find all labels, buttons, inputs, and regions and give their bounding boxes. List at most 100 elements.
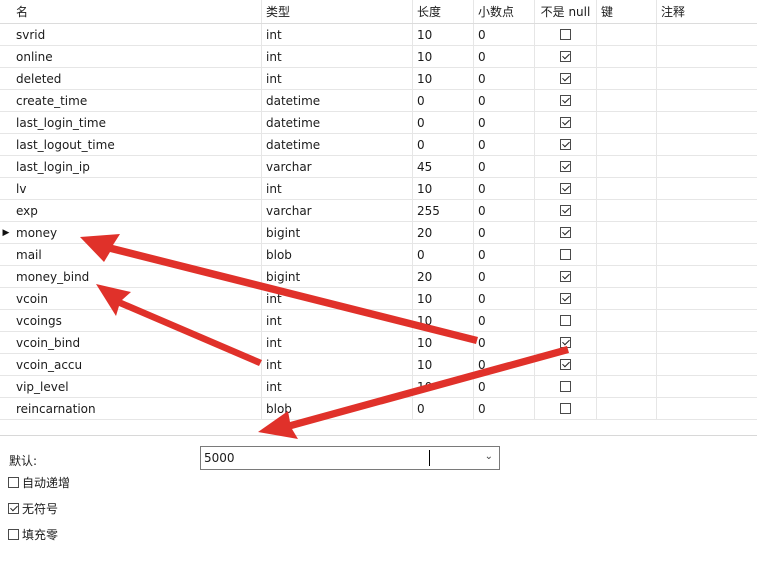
field-comment-cell[interactable]: [657, 68, 757, 89]
field-type-cell[interactable]: bigint: [262, 266, 413, 287]
field-comment-cell[interactable]: [657, 354, 757, 375]
field-name-cell[interactable]: lv: [12, 178, 262, 199]
field-decimals-cell[interactable]: 0: [474, 156, 535, 177]
field-name-cell[interactable]: deleted: [12, 68, 262, 89]
field-length-cell[interactable]: 10: [413, 24, 474, 45]
header-comment[interactable]: 注释: [657, 0, 757, 23]
field-comment-cell[interactable]: [657, 156, 757, 177]
field-comment-cell[interactable]: [657, 200, 757, 221]
table-row[interactable]: svrid int 10 0: [0, 24, 757, 46]
field-name-cell[interactable]: vip_level: [12, 376, 262, 397]
field-key-cell[interactable]: [597, 156, 657, 177]
field-decimals-cell[interactable]: 0: [474, 46, 535, 67]
field-comment-cell[interactable]: [657, 178, 757, 199]
table-row[interactable]: lv int 10 0: [0, 178, 757, 200]
field-name-cell[interactable]: exp: [12, 200, 262, 221]
field-type-cell[interactable]: int: [262, 376, 413, 397]
table-row[interactable]: vcoin_accu int 10 0: [0, 354, 757, 376]
not-null-checkbox[interactable]: [560, 271, 571, 282]
field-comment-cell[interactable]: [657, 222, 757, 243]
field-key-cell[interactable]: [597, 288, 657, 309]
field-length-cell[interactable]: 10: [413, 178, 474, 199]
field-type-cell[interactable]: varchar: [262, 200, 413, 221]
not-null-checkbox[interactable]: [560, 139, 571, 150]
not-null-checkbox[interactable]: [560, 51, 571, 62]
field-type-cell[interactable]: int: [262, 178, 413, 199]
field-comment-cell[interactable]: [657, 24, 757, 45]
not-null-checkbox[interactable]: [560, 403, 571, 414]
field-type-cell[interactable]: datetime: [262, 134, 413, 155]
field-name-cell[interactable]: vcoin_accu: [12, 354, 262, 375]
field-length-cell[interactable]: 0: [413, 398, 474, 419]
field-type-cell[interactable]: datetime: [262, 90, 413, 111]
field-name-cell[interactable]: mail: [12, 244, 262, 265]
table-row[interactable]: vip_level int 10 0: [0, 376, 757, 398]
header-decimals[interactable]: 小数点: [474, 0, 535, 23]
field-decimals-cell[interactable]: 0: [474, 200, 535, 221]
field-decimals-cell[interactable]: 0: [474, 178, 535, 199]
field-name-cell[interactable]: vcoin_bind: [12, 332, 262, 353]
field-decimals-cell[interactable]: 0: [474, 222, 535, 243]
not-null-cell[interactable]: [535, 244, 597, 265]
field-name-cell[interactable]: svrid: [12, 24, 262, 45]
field-name-cell[interactable]: vcoin: [12, 288, 262, 309]
field-decimals-cell[interactable]: 0: [474, 354, 535, 375]
header-length[interactable]: 长度: [413, 0, 474, 23]
not-null-checkbox[interactable]: [560, 293, 571, 304]
default-value-combobox[interactable]: 5000 ⌄: [200, 446, 500, 470]
field-length-cell[interactable]: 0: [413, 90, 474, 111]
field-decimals-cell[interactable]: 0: [474, 244, 535, 265]
not-null-cell[interactable]: [535, 46, 597, 67]
header-not-null[interactable]: 不是 null: [535, 0, 597, 23]
table-row[interactable]: exp varchar 255 0: [0, 200, 757, 222]
field-name-cell[interactable]: online: [12, 46, 262, 67]
field-length-cell[interactable]: 255: [413, 200, 474, 221]
field-type-cell[interactable]: int: [262, 354, 413, 375]
field-name-cell[interactable]: last_logout_time: [12, 134, 262, 155]
field-length-cell[interactable]: 10: [413, 288, 474, 309]
not-null-cell[interactable]: [535, 178, 597, 199]
field-name-cell[interactable]: last_login_ip: [12, 156, 262, 177]
not-null-cell[interactable]: [535, 310, 597, 331]
field-type-cell[interactable]: bigint: [262, 222, 413, 243]
field-type-cell[interactable]: datetime: [262, 112, 413, 133]
field-key-cell[interactable]: [597, 178, 657, 199]
field-decimals-cell[interactable]: 0: [474, 310, 535, 331]
field-decimals-cell[interactable]: 0: [474, 398, 535, 419]
field-name-cell[interactable]: create_time: [12, 90, 262, 111]
field-type-cell[interactable]: int: [262, 46, 413, 67]
field-comment-cell[interactable]: [657, 376, 757, 397]
not-null-checkbox[interactable]: [560, 315, 571, 326]
field-decimals-cell[interactable]: 0: [474, 68, 535, 89]
field-comment-cell[interactable]: [657, 332, 757, 353]
not-null-checkbox[interactable]: [560, 205, 571, 216]
not-null-cell[interactable]: [535, 266, 597, 287]
not-null-checkbox[interactable]: [560, 117, 571, 128]
field-length-cell[interactable]: 10: [413, 332, 474, 353]
field-name-cell[interactable]: last_login_time: [12, 112, 262, 133]
header-type[interactable]: 类型: [262, 0, 413, 23]
field-decimals-cell[interactable]: 0: [474, 376, 535, 397]
field-type-cell[interactable]: int: [262, 310, 413, 331]
field-key-cell[interactable]: [597, 332, 657, 353]
field-key-cell[interactable]: [597, 376, 657, 397]
field-key-cell[interactable]: [597, 354, 657, 375]
zerofill-option[interactable]: 填充零: [8, 526, 58, 543]
field-key-cell[interactable]: [597, 200, 657, 221]
not-null-cell[interactable]: [535, 376, 597, 397]
field-comment-cell[interactable]: [657, 266, 757, 287]
unsigned-option[interactable]: 无符号: [8, 500, 58, 517]
field-key-cell[interactable]: [597, 24, 657, 45]
not-null-cell[interactable]: [535, 222, 597, 243]
table-row[interactable]: last_logout_time datetime 0 0: [0, 134, 757, 156]
field-name-cell[interactable]: reincarnation: [12, 398, 262, 419]
not-null-checkbox[interactable]: [560, 249, 571, 260]
field-decimals-cell[interactable]: 0: [474, 112, 535, 133]
not-null-checkbox[interactable]: [560, 73, 571, 84]
table-row[interactable]: create_time datetime 0 0: [0, 90, 757, 112]
not-null-cell[interactable]: [535, 288, 597, 309]
field-key-cell[interactable]: [597, 90, 657, 111]
field-type-cell[interactable]: blob: [262, 244, 413, 265]
table-row[interactable]: online int 10 0: [0, 46, 757, 68]
not-null-checkbox[interactable]: [560, 381, 571, 392]
